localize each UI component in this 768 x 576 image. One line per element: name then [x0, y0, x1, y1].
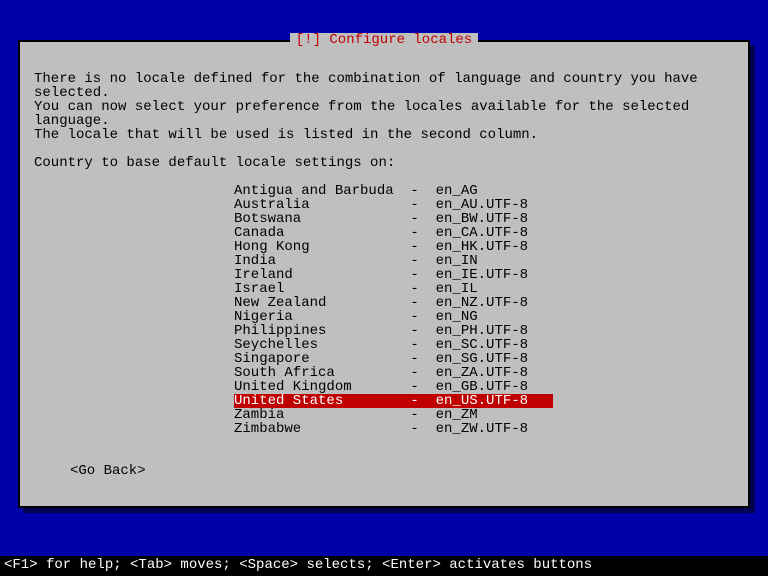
locale-option[interactable]: Singapore - en_SG.UTF-8: [234, 352, 734, 366]
locale-option[interactable]: Zambia - en_ZM: [234, 408, 734, 422]
locale-option[interactable]: Philippines - en_PH.UTF-8: [234, 324, 734, 338]
locale-option[interactable]: South Africa - en_ZA.UTF-8: [234, 366, 734, 380]
locale-option[interactable]: Botswana - en_BW.UTF-8: [234, 212, 734, 226]
locale-option[interactable]: Seychelles - en_SC.UTF-8: [234, 338, 734, 352]
locale-option[interactable]: Australia - en_AU.UTF-8: [234, 198, 734, 212]
dialog-content: There is no locale defined for the combi…: [20, 42, 748, 488]
locale-option[interactable]: Nigeria - en_NG: [234, 310, 734, 324]
info-paragraph: There is no locale defined for the combi…: [34, 72, 734, 142]
locale-list[interactable]: Antigua and Barbuda - en_AGAustralia - e…: [234, 184, 734, 436]
locale-option[interactable]: Canada - en_CA.UTF-8: [234, 226, 734, 240]
locale-option[interactable]: Israel - en_IL: [234, 282, 734, 296]
locale-option[interactable]: Zimbabwe - en_ZW.UTF-8: [234, 422, 734, 436]
locale-option[interactable]: United States - en_US.UTF-8: [234, 394, 553, 408]
prompt-label: Country to base default locale settings …: [34, 156, 734, 170]
configure-locales-dialog: [!] Configure locales There is no locale…: [18, 40, 750, 508]
dialog-title-row: [!] Configure locales: [20, 33, 748, 47]
locale-option[interactable]: Ireland - en_IE.UTF-8: [234, 268, 734, 282]
locale-option[interactable]: India - en_IN: [234, 254, 734, 268]
dialog-title: [!] Configure locales: [290, 33, 478, 47]
locale-option[interactable]: Antigua and Barbuda - en_AG: [234, 184, 734, 198]
help-footer: <F1> for help; <Tab> moves; <Space> sele…: [0, 556, 768, 576]
locale-option[interactable]: Hong Kong - en_HK.UTF-8: [234, 240, 734, 254]
locale-option[interactable]: New Zealand - en_NZ.UTF-8: [234, 296, 734, 310]
go-back-button[interactable]: <Go Back>: [70, 464, 734, 478]
locale-option[interactable]: United Kingdom - en_GB.UTF-8: [234, 380, 734, 394]
